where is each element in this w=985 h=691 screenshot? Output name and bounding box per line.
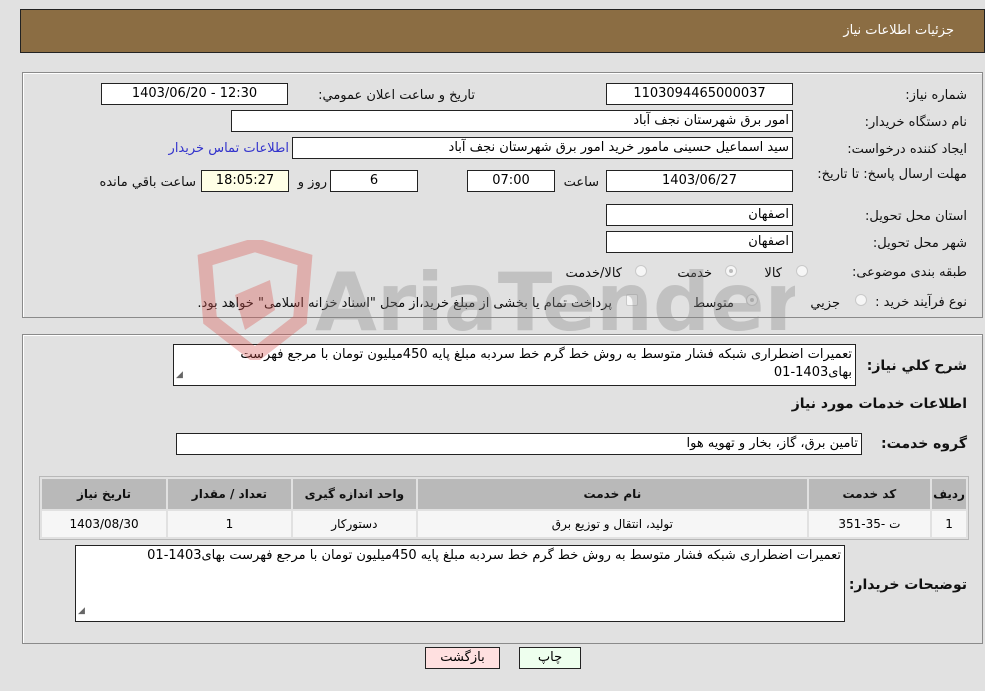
description-label: شرح کلي نياز: <box>866 358 967 374</box>
service-group-label: گروه خدمت: <box>881 436 967 452</box>
city-label: شهر محل تحويل: <box>872 236 967 251</box>
category-option-goods: کالا <box>764 266 782 281</box>
col-header-row-number: رديف <box>932 479 966 509</box>
category-option-service: خدمت <box>677 266 712 281</box>
category-option-goods-service: کالا/خدمت <box>565 266 622 281</box>
buyer-notes-label: توضيحات خريدار: <box>848 577 967 593</box>
remaining-time-field: 18:05:27 <box>201 170 289 192</box>
buyer-org-label: نام دستگاه خريدار: <box>864 115 967 130</box>
page-title: جزئیات اطلاعات نیاز <box>843 23 954 38</box>
category-radio-goods[interactable] <box>796 265 808 277</box>
treasury-checkbox[interactable] <box>626 294 638 306</box>
resize-grip-icon[interactable]: ◢ <box>78 602 85 620</box>
services-table: رديف کد خدمت نام خدمت واحد اندازه گيری ت… <box>39 476 969 540</box>
services-section-title: اطلاعات خدمات مورد نياز <box>791 396 967 412</box>
province-field: اصفهان <box>606 204 793 226</box>
cell-unit: دستورکار <box>292 511 416 537</box>
buyer-contact-link[interactable]: اطلاعات تماس خريدار <box>169 141 289 156</box>
buyer-notes-textarea[interactable]: تعمیرات اضطراری شبکه فشار متوسط به روش خ… <box>75 545 845 622</box>
col-header-unit: واحد اندازه گيری <box>292 479 416 509</box>
category-label: طبقه بندی موضوعی: <box>851 265 967 280</box>
deadline-time-field: 07:00 <box>467 170 555 192</box>
need-number-field: 1103094465000037 <box>606 83 793 105</box>
deadline-time-label: ساعت <box>563 175 599 190</box>
info-panel <box>22 72 983 318</box>
buyer-org-field: امور برق شهرستان نجف آباد <box>231 110 793 132</box>
description-text: تعمیرات اضطراری شبکه فشار متوسط به روش خ… <box>240 347 852 380</box>
remaining-time-label: ساعت باقي مانده <box>99 175 196 190</box>
deadline-label: مهلت ارسال پاسخ: تا تاریخ: <box>817 167 967 182</box>
need-number-label: شماره نیاز: <box>905 88 967 103</box>
treasury-note: پرداخت تمام يا بخشی از مبلغ خريد،از محل … <box>197 296 612 311</box>
page-header: جزئیات اطلاعات نیاز <box>20 9 985 53</box>
col-header-quantity: تعداد / مقدار <box>168 479 291 509</box>
category-radio-service[interactable] <box>725 265 737 277</box>
creator-field: سید اسماعیل حسینی مامور خرید امور برق شه… <box>292 137 793 159</box>
cell-quantity: 1 <box>168 511 291 537</box>
description-textarea[interactable]: تعمیرات اضطراری شبکه فشار متوسط به روش خ… <box>173 344 856 386</box>
cell-service-name: توليد، انتقال و توزيع برق <box>417 511 807 537</box>
buyer-notes-text: تعمیرات اضطراری شبکه فشار متوسط به روش خ… <box>147 548 841 563</box>
days-remaining-field: 6 <box>330 170 418 192</box>
purchase-type-radio-medium[interactable] <box>746 294 758 306</box>
city-field: اصفهان <box>606 231 793 253</box>
days-label: روز و <box>297 175 327 190</box>
purchase-type-option-minor: جزيي <box>810 296 840 311</box>
creator-label: ايجاد کننده درخواست: <box>847 142 967 157</box>
cell-need-date: 1403/08/30 <box>42 511 167 537</box>
province-label: استان محل تحويل: <box>865 209 967 224</box>
table-row: 1 ت -35-351 توليد، انتقال و توزيع برق دس… <box>42 511 966 537</box>
category-radio-goods-service[interactable] <box>635 265 647 277</box>
resize-grip-icon[interactable]: ◢ <box>176 366 183 384</box>
back-button[interactable]: بازگشت <box>425 647 500 669</box>
cell-service-code: ت -35-351 <box>808 511 931 537</box>
table-header-row: رديف کد خدمت نام خدمت واحد اندازه گيری ت… <box>42 479 966 509</box>
purchase-type-label: نوع فرآيند خريد : <box>875 295 967 310</box>
announce-date-label: تاريخ و ساعت اعلان عمومي: <box>318 88 475 103</box>
col-header-service-code: کد خدمت <box>808 479 931 509</box>
service-group-field: تامين برق، گاز، بخار و تهويه هوا <box>176 433 862 455</box>
announce-date-field: 1403/06/20 - 12:30 <box>101 83 288 105</box>
cell-row-number: 1 <box>932 511 966 537</box>
purchase-type-radio-minor[interactable] <box>855 294 867 306</box>
deadline-date-field: 1403/06/27 <box>606 170 793 192</box>
purchase-type-option-medium: متوسط <box>693 296 734 311</box>
print-button[interactable]: چاپ <box>519 647 581 669</box>
col-header-need-date: تاريخ نياز <box>42 479 167 509</box>
col-header-service-name: نام خدمت <box>417 479 807 509</box>
